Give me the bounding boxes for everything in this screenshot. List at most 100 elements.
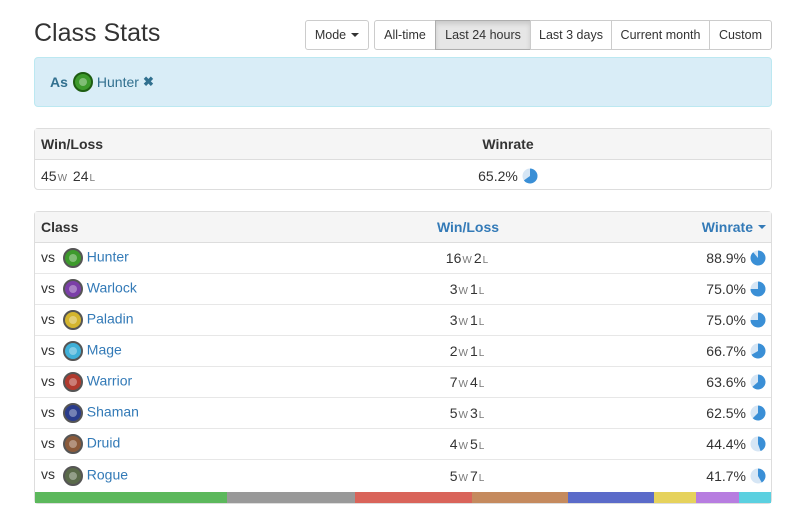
class-link-warlock[interactable]: Warlock (87, 280, 137, 296)
vs-label: vs (41, 372, 55, 389)
losses-suffix: L (478, 472, 485, 484)
summary-winrate: 65.2% (478, 167, 518, 184)
class-cell: vs Shaman (35, 403, 280, 423)
close-icon[interactable]: ✖ (143, 74, 154, 90)
sort-desc-icon[interactable] (758, 225, 766, 229)
losses-value: 2 (473, 250, 482, 266)
vs-label: vs (41, 466, 55, 483)
class-link-druid[interactable]: Druid (87, 435, 120, 451)
winrate-pie-icon (750, 250, 766, 266)
class-table-header-row: Class Win/Loss Winrate (35, 212, 771, 243)
class-link-rogue[interactable]: Rogue (87, 466, 128, 482)
winrate-value: 62.5% (706, 405, 746, 421)
filter-all-time-button[interactable]: All-time (374, 20, 436, 50)
wins-suffix: W (458, 348, 468, 359)
wins-value: 5 (449, 467, 458, 484)
class-link-paladin[interactable]: Paladin (87, 311, 134, 327)
table-row: vs Warrior 7W 4L 63.6% (35, 367, 771, 398)
winrate-cell: 63.6% (656, 374, 766, 390)
wins-suffix: W (458, 472, 468, 484)
losses-suffix: L (482, 255, 489, 266)
shaman-class-icon (62, 403, 83, 423)
class-link-shaman[interactable]: Shaman (87, 404, 139, 420)
winloss-cell: 3W 1L (280, 312, 656, 328)
summary-row: 45W 24L 65.2% (35, 160, 771, 191)
class-cell: vs Druid (35, 434, 280, 454)
distribution-segment-druid (472, 492, 569, 503)
losses-suffix: L (478, 317, 485, 328)
winrate-pie-icon (750, 312, 766, 328)
wins-value: 5 (449, 405, 458, 421)
vs-label: vs (41, 248, 55, 265)
winrate-pie-icon (750, 468, 766, 483)
summary-winrate-cell: 65.2% (405, 168, 611, 184)
mode-dropdown-button[interactable]: Mode (305, 20, 369, 50)
summary-losses: 24 (72, 167, 89, 184)
class-cell: vs Mage (35, 341, 280, 361)
winloss-cell: 7W 4L (280, 374, 656, 390)
wins-value: 3 (449, 281, 458, 297)
class-link-mage[interactable]: Mage (87, 342, 122, 358)
table-row: vs Mage 2W 1L 66.7% (35, 336, 771, 367)
vs-label: vs (41, 341, 55, 358)
distribution-segment-mage (738, 492, 771, 503)
vs-label: vs (41, 279, 55, 296)
winrate-pie-icon (750, 436, 766, 452)
summary-panel: Win/Loss Winrate 45W 24L 65.2% (34, 128, 772, 190)
caret-down-icon (351, 33, 360, 37)
class-link-warrior[interactable]: Warrior (87, 373, 132, 389)
losses-value: 4 (469, 374, 478, 390)
losses-value: 1 (469, 312, 478, 328)
table-row: vs Druid 4W 5L 44.4% (35, 429, 771, 460)
paladin-class-icon (62, 310, 83, 330)
distribution-segment-shaman (568, 492, 654, 503)
winloss-header-label[interactable]: Win/Loss (437, 219, 499, 235)
winrate-value: 66.7% (706, 343, 746, 359)
vs-label: vs (41, 310, 55, 327)
distribution-segment-warlock (696, 492, 739, 503)
wins-suffix: W (458, 410, 468, 421)
winloss-cell: 5W 7L (280, 468, 656, 484)
hunter-class-icon (72, 72, 93, 92)
filter-last-24-hours-button[interactable]: Last 24 hours (435, 20, 531, 50)
class-cell: vs Hunter (35, 248, 280, 268)
table-row: vs Shaman 5W 3L 62.5% (35, 398, 771, 429)
winrate-pie-icon (522, 168, 538, 183)
wins-value: 7 (449, 374, 458, 390)
filter-current-month-button[interactable]: Current month (611, 20, 710, 50)
winloss-column-header[interactable]: Win/Loss (280, 219, 656, 235)
winrate-header-label[interactable]: Winrate (702, 219, 753, 235)
mode-label: Mode (314, 28, 347, 42)
losses-value: 7 (469, 467, 478, 484)
summary-wins: 45 (41, 167, 57, 184)
filter-last-3-days-button[interactable]: Last 3 days (530, 20, 612, 50)
winloss-cell: 4W 5L (280, 436, 656, 452)
class-cell: vs Rogue (35, 465, 280, 486)
rogue-class-icon (62, 465, 83, 486)
filter-prefix: As (50, 74, 68, 90)
class-cell: vs Warlock (35, 279, 280, 299)
winloss-cell: 5W 3L (280, 405, 656, 421)
winrate-column-header[interactable]: Winrate (656, 219, 766, 235)
winrate-pie-icon (750, 281, 766, 297)
losses-suffix: L (478, 348, 485, 359)
class-table-panel: Class Win/Loss Winrate vs Hunter 16W 2L 8… (34, 211, 772, 504)
class-link-hunter[interactable]: Hunter (87, 249, 129, 265)
winrate-pie-icon (750, 374, 766, 390)
class-column-header: Class (41, 219, 79, 235)
losses-suffix: L (478, 441, 485, 452)
page-title: Class Stats (34, 19, 161, 47)
losses-value: 3 (469, 405, 478, 421)
filter-custom-button[interactable]: Custom (709, 20, 772, 50)
druid-class-icon (62, 434, 83, 454)
summary-winloss: 45W 24L (35, 168, 405, 184)
hunter-class-icon (62, 248, 83, 268)
wins-suffix: W (57, 172, 68, 184)
summary-winloss-header: Win/Loss (41, 136, 104, 152)
winrate-value: 75.0% (706, 312, 746, 328)
winloss-cell: 2W 1L (280, 343, 656, 359)
table-row: vs Rogue 5W 7L 41.7% (35, 460, 771, 491)
winrate-cell: 75.0% (656, 281, 766, 297)
losses-value: 1 (469, 281, 478, 297)
losses-suffix: L (478, 286, 485, 297)
